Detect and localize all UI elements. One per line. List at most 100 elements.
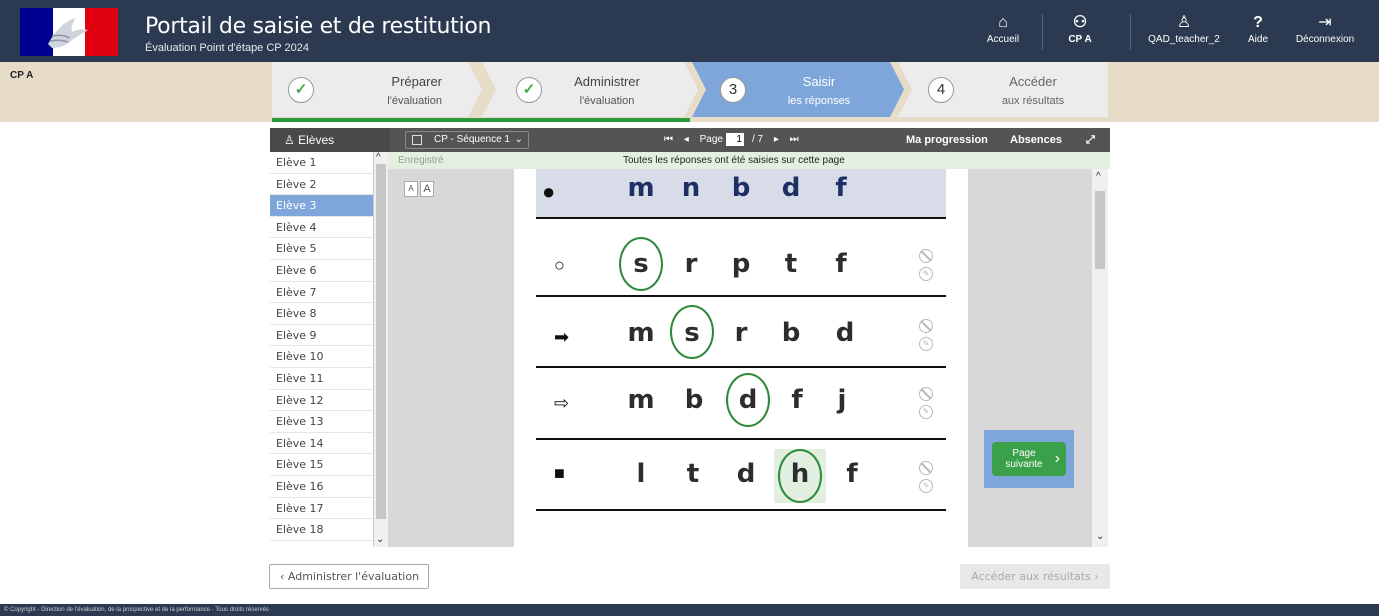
next-page-icon[interactable]: ▸ bbox=[774, 128, 779, 152]
student-list-item[interactable]: Elève 6 bbox=[270, 260, 373, 282]
sequence-select[interactable]: CP - Séquence 1 ⌄ bbox=[405, 131, 529, 149]
answer-letter[interactable]: s bbox=[672, 318, 712, 348]
scroll-down-icon[interactable]: ⌄ bbox=[376, 534, 384, 545]
student-list-item[interactable]: Elève 12 bbox=[270, 390, 373, 412]
answer-letter[interactable]: f bbox=[777, 385, 817, 415]
answer-letter[interactable]: l bbox=[621, 459, 661, 489]
page-input[interactable]: 1 bbox=[725, 132, 744, 146]
row-symbol: ⇨ bbox=[554, 393, 570, 413]
answer-letter[interactable]: m bbox=[621, 318, 661, 348]
answer-letter[interactable]: b bbox=[674, 385, 714, 415]
students-scrollbar[interactable]: ^ ⌄ bbox=[374, 152, 388, 547]
student-list-item[interactable]: Elève 17 bbox=[270, 498, 373, 520]
answer-letter[interactable]: t bbox=[771, 249, 811, 279]
no-answer-icon[interactable] bbox=[919, 387, 933, 401]
answer-letter[interactable]: r bbox=[671, 249, 711, 279]
sheet-scrollbar[interactable]: ^ ⌄ bbox=[1092, 169, 1108, 547]
nav-class-label: CP A bbox=[1068, 34, 1092, 45]
answer-letter[interactable]: p bbox=[721, 249, 761, 279]
student-list-item[interactable]: Elève 9 bbox=[270, 325, 373, 347]
example-letter: f bbox=[835, 173, 847, 203]
student-list-item[interactable]: Elève 8 bbox=[270, 303, 373, 325]
first-page-icon[interactable]: ⏮ bbox=[664, 128, 673, 152]
back-to-administer-button[interactable]: ‹ Administrer l'évaluation bbox=[269, 564, 429, 589]
chevron-right-icon: › bbox=[1054, 450, 1060, 467]
prev-page-icon[interactable]: ◂ bbox=[684, 128, 689, 152]
document-icon bbox=[412, 135, 422, 145]
answer-letter[interactable]: t bbox=[673, 459, 713, 489]
no-answer-icon[interactable] bbox=[919, 319, 933, 333]
status-bar: Enregistré Toutes les réponses ont été s… bbox=[388, 152, 1110, 169]
font-larger-button[interactable]: A bbox=[420, 181, 434, 197]
student-list-item[interactable]: Elève 7 bbox=[270, 282, 373, 304]
student-list-item[interactable]: Elève 4 bbox=[270, 217, 373, 239]
student-list-item[interactable]: Elève 3 bbox=[270, 195, 373, 217]
answer-letter[interactable]: d bbox=[825, 318, 865, 348]
toolbar: ♙ Elèves CP - Séquence 1 ⌄ ⏮ ◂ Page 1 / 7 … bbox=[270, 128, 1110, 152]
nav-user-label: QAD_teacher_2 bbox=[1148, 34, 1220, 45]
step-results[interactable]: 4 Accéder aux résultats bbox=[898, 62, 1108, 117]
answer-letter[interactable]: m bbox=[621, 385, 661, 415]
answer-letter[interactable]: f bbox=[821, 249, 861, 279]
edit-icon[interactable]: ✎ bbox=[919, 405, 933, 419]
example-letter: b bbox=[731, 173, 751, 203]
answer-letter[interactable]: d bbox=[728, 385, 768, 415]
step-enter-answers[interactable]: 3 Saisir les réponses bbox=[692, 62, 904, 117]
edit-icon[interactable]: ✎ bbox=[919, 479, 933, 493]
top-header: Portail de saisie et de restitution Éval… bbox=[0, 0, 1379, 62]
sequence-select-value: CP - Séquence 1 bbox=[434, 134, 510, 145]
step-administer[interactable]: ✓ Administrer l'évaluation bbox=[482, 62, 698, 117]
scroll-up-icon[interactable]: ^ bbox=[376, 152, 381, 163]
student-list-item[interactable]: Elève 18 bbox=[270, 519, 373, 541]
edit-icon[interactable]: ✎ bbox=[919, 337, 933, 351]
step-prepare[interactable]: ✓ Préparer l'évaluation bbox=[272, 62, 482, 117]
go-to-results-button[interactable]: Accéder aux résultats › bbox=[960, 564, 1110, 589]
answer-letter[interactable]: r bbox=[721, 318, 761, 348]
row-symbol: ○ bbox=[554, 255, 565, 275]
student-list-item[interactable]: Elève 1 bbox=[270, 152, 373, 174]
edit-icon[interactable]: ✎ bbox=[919, 267, 933, 281]
page-label: Page bbox=[699, 134, 723, 145]
page-total: / 7 bbox=[751, 134, 764, 145]
step-number-4: 4 bbox=[928, 77, 954, 103]
nav-home[interactable]: ⌂ Accueil bbox=[983, 12, 1023, 45]
no-answer-icon[interactable] bbox=[919, 461, 933, 475]
students-icon: ♙ bbox=[284, 133, 299, 147]
example-row: ● m n b d f bbox=[536, 169, 946, 219]
last-page-icon[interactable]: ⏭ bbox=[790, 128, 799, 152]
font-smaller-button[interactable]: A bbox=[404, 181, 418, 197]
absences-link[interactable]: Absences bbox=[1010, 128, 1062, 152]
nav-class[interactable]: ⚇ CP A bbox=[1060, 12, 1100, 45]
no-answer-icon[interactable] bbox=[919, 249, 933, 263]
next-page-button[interactable]: Page suivante › bbox=[992, 442, 1066, 476]
answer-letter[interactable]: f bbox=[832, 459, 872, 489]
student-list-item[interactable]: Elève 5 bbox=[270, 238, 373, 260]
next-page-label-2: suivante bbox=[1005, 459, 1043, 470]
my-progress-link[interactable]: Ma progression bbox=[906, 128, 988, 152]
expand-icon[interactable]: ⤢ bbox=[1086, 128, 1095, 152]
step-number-3: 3 bbox=[720, 77, 746, 103]
step-administer-title: Administrer bbox=[574, 74, 640, 89]
nav-user[interactable]: ♙ QAD_teacher_2 bbox=[1148, 12, 1220, 45]
student-list-item[interactable]: Elève 13 bbox=[270, 411, 373, 433]
scroll-down-icon[interactable]: ⌄ bbox=[1096, 531, 1104, 542]
exercise-sheet: ● m n b d f ○ s r p t f ✎ ➡ m s r b d ✎ … bbox=[514, 169, 968, 543]
nav-logout[interactable]: ⇥ Déconnexion bbox=[1290, 12, 1360, 45]
student-list-item[interactable]: Elève 11 bbox=[270, 368, 373, 390]
step-administer-sub: l'évaluation bbox=[579, 95, 635, 107]
page-complete-message: Toutes les réponses ont été saisies sur … bbox=[623, 155, 845, 166]
scroll-up-icon[interactable]: ^ bbox=[1096, 171, 1101, 182]
footer-copyright: © Copyright - Direction de l'évaluation,… bbox=[0, 604, 1379, 616]
student-list-item[interactable]: Elève 15 bbox=[270, 454, 373, 476]
answer-letter[interactable]: h bbox=[780, 459, 820, 489]
step-enter-sub: les réponses bbox=[787, 95, 851, 107]
answer-letter[interactable]: b bbox=[771, 318, 811, 348]
student-list-item[interactable]: Elève 10 bbox=[270, 346, 373, 368]
answer-letter[interactable]: d bbox=[726, 459, 766, 489]
nav-help[interactable]: ? Aide bbox=[1238, 12, 1278, 45]
answer-letter[interactable]: s bbox=[621, 249, 661, 279]
student-list-item[interactable]: Elève 16 bbox=[270, 476, 373, 498]
student-list-item[interactable]: Elève 14 bbox=[270, 433, 373, 455]
student-list-item[interactable]: Elève 2 bbox=[270, 174, 373, 196]
answer-letter[interactable]: j bbox=[822, 385, 862, 415]
